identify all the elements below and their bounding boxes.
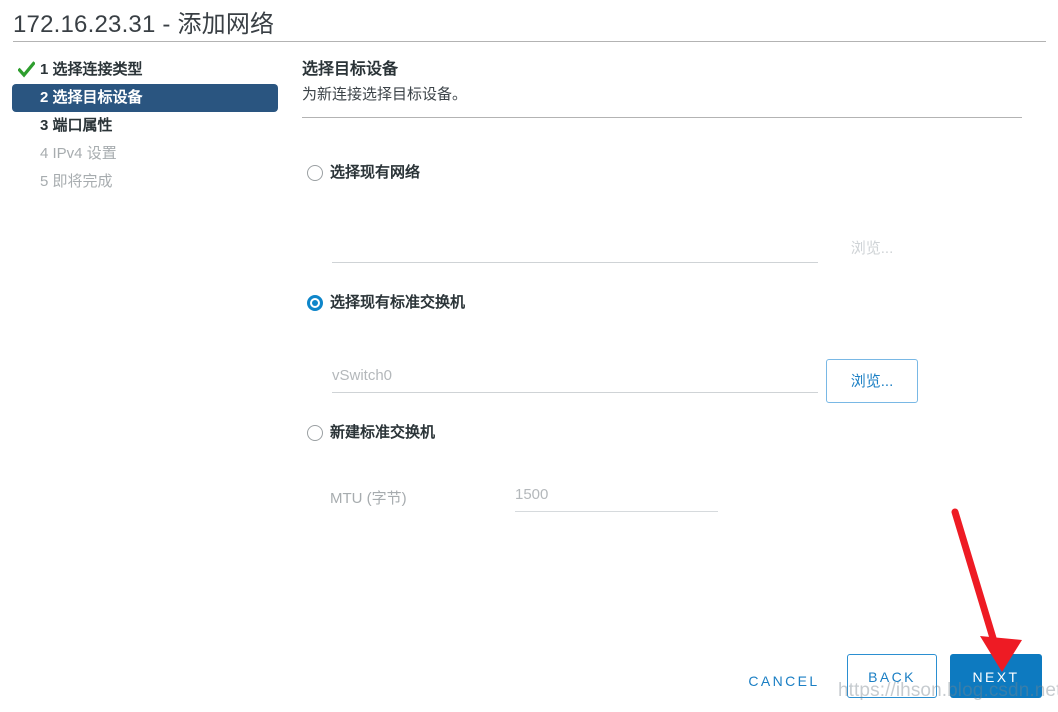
mtu-label: MTU (字节) xyxy=(330,490,407,507)
option-existing-network: 选择现有网络 浏览... xyxy=(302,163,1042,271)
radio-row-existing-standard-switch[interactable]: 选择现有标准交换机 xyxy=(302,293,1042,315)
radio-row-new-standard-switch[interactable]: 新建标准交换机 xyxy=(302,423,1042,445)
existing-network-input[interactable] xyxy=(332,233,818,263)
sidebar-item-label: 4 IPv4 设置 xyxy=(40,145,117,162)
radio-row-existing-network[interactable]: 选择现有网络 xyxy=(302,163,1042,185)
sidebar-item-step-2[interactable]: 2 选择目标设备 xyxy=(12,84,278,112)
sidebar-item-step-4[interactable]: 4 IPv4 设置 xyxy=(12,140,278,168)
sidebar-item-label: 2 选择目标设备 xyxy=(40,89,143,106)
radio-existing-network-icon[interactable] xyxy=(307,165,323,181)
browse-existing-network-button: 浏览... xyxy=(834,235,910,261)
mtu-input[interactable] xyxy=(515,482,718,512)
option-label: 选择现有网络 xyxy=(330,164,421,181)
main-panel-header: 选择目标设备 为新连接选择目标设备。 xyxy=(302,60,1022,118)
browse-standard-switch-button[interactable]: 浏览... xyxy=(826,359,918,403)
option-label: 选择现有标准交换机 xyxy=(330,294,466,311)
cancel-button[interactable]: CANCEL xyxy=(734,664,834,696)
existing-network-field-row: 浏览... xyxy=(302,225,1042,271)
existing-standard-switch-input[interactable] xyxy=(332,363,818,393)
sidebar-item-label: 5 即将完成 xyxy=(40,173,113,190)
radio-new-standard-switch-icon[interactable] xyxy=(307,425,323,441)
title-divider xyxy=(13,41,1046,42)
wizard-step-list: 1 选择连接类型 2 选择目标设备 3 端口属性 4 IPv4 设置 5 即将完… xyxy=(12,56,278,196)
footer-button-bar: CANCEL BACK NEXT xyxy=(0,650,1058,706)
sidebar-item-step-3[interactable]: 3 端口属性 xyxy=(12,112,278,140)
existing-standard-switch-field-row: 浏览... xyxy=(302,355,1042,403)
sidebar-item-label: 3 端口属性 xyxy=(40,117,113,134)
sidebar-item-label: 1 选择连接类型 xyxy=(40,61,143,78)
sidebar-item-step-5[interactable]: 5 即将完成 xyxy=(12,168,278,196)
sidebar-item-step-1[interactable]: 1 选择连接类型 xyxy=(12,56,278,84)
option-new-standard-switch: 新建标准交换机 MTU (字节) xyxy=(302,423,1042,516)
section-title: 选择目标设备 xyxy=(302,61,399,78)
title-bar: 172.16.23.31 - 添加网络 xyxy=(0,0,1058,42)
mtu-field-row: MTU (字节) xyxy=(302,482,1042,516)
checkmark-icon xyxy=(17,56,36,84)
next-button[interactable]: NEXT xyxy=(950,654,1042,698)
option-existing-standard-switch: 选择现有标准交换机 浏览... xyxy=(302,293,1042,403)
page-title: 172.16.23.31 - 添加网络 xyxy=(13,11,275,38)
radio-existing-standard-switch-icon[interactable] xyxy=(307,295,323,311)
section-divider xyxy=(302,117,1022,118)
option-label: 新建标准交换机 xyxy=(330,424,436,441)
back-button[interactable]: BACK xyxy=(847,654,937,698)
section-subtitle: 为新连接选择目标设备。 xyxy=(302,86,468,103)
